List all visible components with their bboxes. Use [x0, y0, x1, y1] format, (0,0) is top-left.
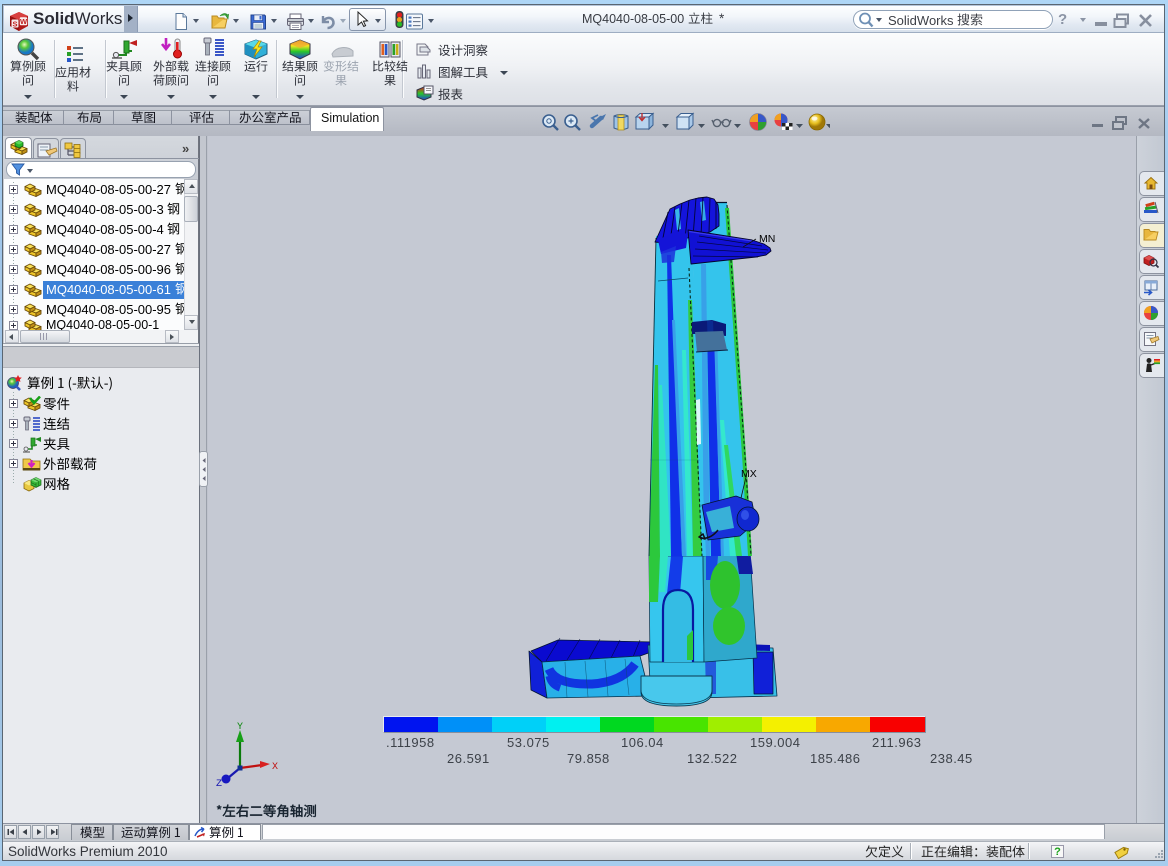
svg-text:W: W: [20, 17, 28, 26]
svg-text:S: S: [12, 19, 17, 28]
svg-text:X: X: [272, 762, 278, 773]
svg-text:MN: MN: [759, 233, 775, 245]
svg-text:Z: Z: [216, 779, 222, 790]
svg-text:MX: MX: [741, 468, 757, 480]
